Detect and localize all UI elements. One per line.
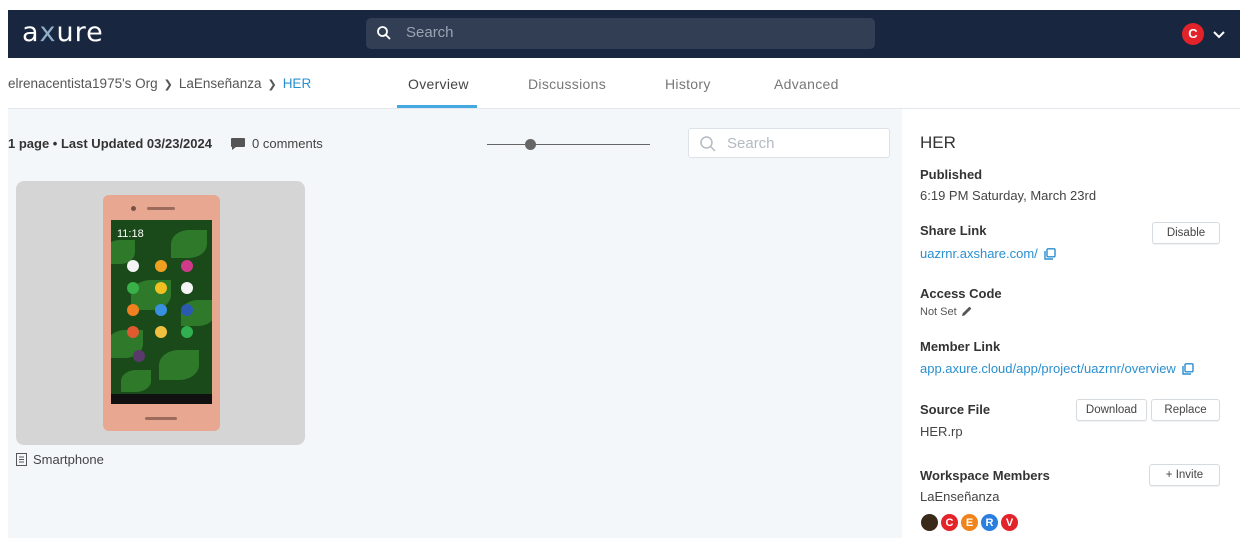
search-placeholder: Search [406, 24, 454, 41]
disable-button[interactable]: Disable [1152, 222, 1220, 244]
share-link-text: uazrnr.axshare.com/ [920, 246, 1038, 261]
access-code-value[interactable]: Not Set [920, 306, 972, 318]
phone-speaker [147, 207, 175, 210]
access-code-text: Not Set [920, 306, 957, 318]
project-info-panel: HER Published 6:19 PM Saturday, March 23… [902, 108, 1240, 538]
published-label: Published [920, 167, 983, 182]
phone-bottom-speaker [145, 417, 177, 420]
top-navigation-bar: axure Search C [8, 10, 1240, 58]
tab-overview[interactable]: Overview [408, 76, 469, 92]
member-avatar[interactable]: V [1000, 513, 1019, 532]
replace-button[interactable]: Replace [1151, 399, 1220, 421]
pencil-icon[interactable] [961, 306, 972, 317]
zoom-slider-handle[interactable] [525, 139, 536, 150]
page-icon [16, 453, 27, 466]
member-avatar[interactable]: E [960, 513, 979, 532]
tab-history[interactable]: History [665, 76, 711, 92]
page-name-label[interactable]: Smartphone [16, 452, 104, 467]
member-avatar[interactable]: R [980, 513, 999, 532]
comments-label: 0 comments [252, 136, 323, 151]
logo-text-suffix: ure [56, 17, 104, 48]
download-button[interactable]: Download [1076, 399, 1147, 421]
logo-text-x: x [39, 17, 57, 48]
invite-button[interactable]: + Invite [1149, 464, 1220, 486]
logo-text-prefix: a [22, 17, 40, 48]
workspace-name: LaEnseñanza [920, 489, 1000, 504]
access-code-label: Access Code [920, 286, 1002, 301]
pages-search-input[interactable]: Search [688, 128, 890, 158]
tab-discussions[interactable]: Discussions [528, 76, 606, 92]
share-link-label: Share Link [920, 223, 987, 238]
axure-logo[interactable]: axure [22, 18, 104, 48]
copy-icon[interactable] [1044, 248, 1056, 260]
user-avatar[interactable]: C [1182, 23, 1204, 45]
member-link-text: app.axure.cloud/app/project/uazrnr/overv… [920, 361, 1176, 376]
comments-count[interactable]: 0 comments [230, 136, 323, 151]
breadcrumb: elrenacentista1975's Org ❯ LaEnseñanza ❯ HER [8, 76, 311, 91]
member-link[interactable]: app.axure.cloud/app/project/uazrnr/overv… [920, 361, 1194, 376]
global-search-input[interactable]: Search [366, 18, 875, 49]
breadcrumb-org[interactable]: elrenacentista1975's Org [8, 76, 158, 91]
phone-camera [131, 206, 136, 211]
chevron-down-icon[interactable] [1212, 28, 1226, 42]
member-avatar[interactable]: C [940, 513, 959, 532]
source-file-value: HER.rp [920, 424, 963, 439]
breadcrumb-workspace[interactable]: LaEnseñanza [179, 76, 262, 91]
member-avatar[interactable] [920, 513, 939, 532]
phone-clock: 11:18 [117, 228, 144, 240]
project-header: elrenacentista1975's Org ❯ LaEnseñanza ❯ HER… [8, 58, 1240, 108]
pages-canvas: 1 page • Last Updated 03/23/2024 0 comme… [8, 108, 902, 538]
breadcrumb-project[interactable]: HER [283, 76, 312, 91]
search-icon [377, 26, 391, 40]
phone-screen: 11:18 [111, 220, 212, 404]
search-icon [700, 136, 716, 152]
search-placeholder: Search [727, 135, 775, 152]
tab-advanced[interactable]: Advanced [774, 76, 839, 92]
chevron-right-icon: ❯ [267, 79, 277, 91]
workspace-members-label: Workspace Members [920, 468, 1050, 483]
page-name-text: Smartphone [33, 452, 104, 467]
published-value: 6:19 PM Saturday, March 23rd [920, 188, 1097, 203]
project-meta: 1 page • Last Updated 03/23/2024 [8, 136, 212, 151]
project-title: HER [920, 133, 956, 152]
share-link[interactable]: uazrnr.axshare.com/ [920, 246, 1056, 261]
source-file-label: Source File [920, 402, 991, 417]
copy-icon[interactable] [1182, 363, 1194, 375]
smartphone-image: 11:18 [103, 195, 220, 431]
zoom-slider-track[interactable] [487, 144, 650, 145]
comment-icon [231, 138, 245, 150]
page-thumbnail-card[interactable]: 11:18 [16, 181, 305, 445]
member-link-label: Member Link [920, 339, 1001, 354]
chevron-right-icon: ❯ [163, 79, 173, 91]
